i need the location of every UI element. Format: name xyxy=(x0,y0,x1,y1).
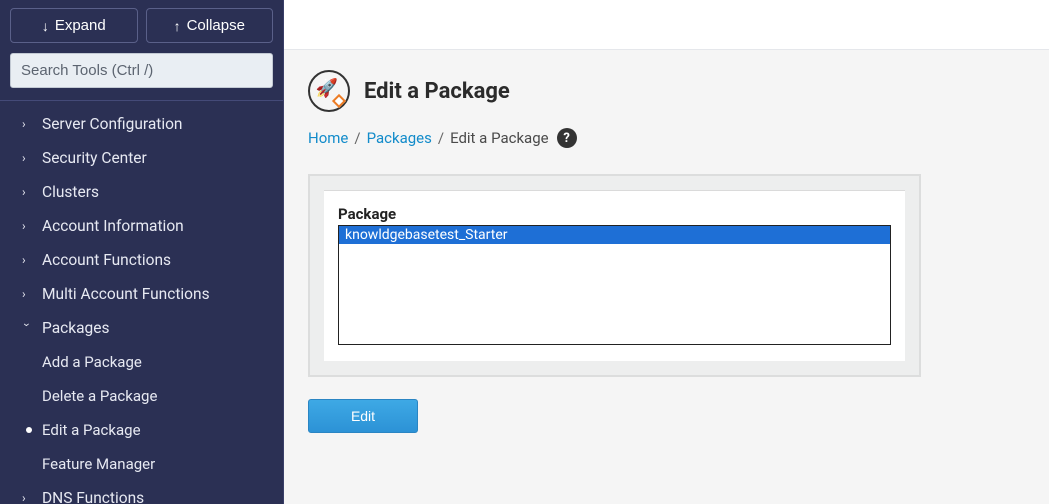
expand-label: Expand xyxy=(55,17,106,34)
sidebar-sub-label: Feature Manager xyxy=(42,455,155,473)
panel-inner: Package knowldgebasetest_Starter xyxy=(324,190,905,361)
breadcrumb-separator: / xyxy=(354,129,360,147)
sidebar-sub-label: Add a Package xyxy=(42,353,142,371)
sidebar-top: ↓ Expand ↑ Collapse xyxy=(0,0,283,100)
collapse-button[interactable]: ↑ Collapse xyxy=(146,8,274,43)
sidebar-sub-add-package[interactable]: Add a Package xyxy=(0,345,283,379)
sidebar-sub-label: Edit a Package xyxy=(42,421,141,439)
sidebar-item-packages[interactable]: › Packages xyxy=(0,311,283,345)
sidebar-item-clusters[interactable]: › Clusters xyxy=(0,175,283,209)
breadcrumb-packages[interactable]: Packages xyxy=(367,129,432,147)
active-dot-icon xyxy=(26,427,32,433)
chevron-right-icon: › xyxy=(22,151,32,165)
search-wrap xyxy=(10,53,273,94)
breadcrumb-separator: / xyxy=(438,129,444,147)
sidebar-item-label: Clusters xyxy=(42,183,99,201)
chevron-down-icon: › xyxy=(20,323,34,333)
package-listbox[interactable]: knowldgebasetest_Starter xyxy=(338,225,891,345)
sidebar-item-multi-account-functions[interactable]: › Multi Account Functions xyxy=(0,277,283,311)
sidebar: ↓ Expand ↑ Collapse › Server Configurati… xyxy=(0,0,284,504)
package-icon: 🚀 xyxy=(308,70,350,112)
sidebar-item-label: Server Configuration xyxy=(42,115,182,133)
collapse-label: Collapse xyxy=(187,17,245,34)
sidebar-item-dns-functions[interactable]: › DNS Functions xyxy=(0,481,283,504)
chevron-right-icon: › xyxy=(22,253,32,267)
arrow-up-icon: ↑ xyxy=(174,18,181,34)
help-icon[interactable]: ? xyxy=(557,128,577,148)
sidebar-item-label: DNS Functions xyxy=(42,489,144,504)
sidebar-item-label: Account Functions xyxy=(42,251,171,269)
sidebar-item-label: Packages xyxy=(42,319,109,337)
package-panel: Package knowldgebasetest_Starter xyxy=(308,174,921,377)
sidebar-sub-delete-package[interactable]: Delete a Package xyxy=(0,379,283,413)
page-title: Edit a Package xyxy=(364,79,510,104)
top-strip xyxy=(284,0,1049,50)
chevron-right-icon: › xyxy=(22,117,32,131)
sidebar-item-account-information[interactable]: › Account Information xyxy=(0,209,283,243)
breadcrumb-current: Edit a Package xyxy=(450,129,549,147)
expand-collapse-row: ↓ Expand ↑ Collapse xyxy=(10,8,273,43)
expand-button[interactable]: ↓ Expand xyxy=(10,8,138,43)
sidebar-item-label: Multi Account Functions xyxy=(42,285,210,303)
sidebar-item-label: Account Information xyxy=(42,217,184,235)
breadcrumb: Home / Packages / Edit a Package ? xyxy=(308,128,1025,148)
edit-button[interactable]: Edit xyxy=(308,399,418,433)
package-field-label: Package xyxy=(338,205,891,223)
rocket-icon: 🚀 xyxy=(316,80,338,98)
chevron-right-icon: › xyxy=(22,287,32,301)
sidebar-sub-edit-package[interactable]: Edit a Package xyxy=(0,413,283,447)
chevron-right-icon: › xyxy=(22,491,32,504)
main: 🚀 Edit a Package Home / Packages / Edit … xyxy=(284,0,1049,504)
chevron-right-icon: › xyxy=(22,185,32,199)
sidebar-item-security-center[interactable]: › Security Center xyxy=(0,141,283,175)
chevron-right-icon: › xyxy=(22,219,32,233)
sidebar-sub-label: Delete a Package xyxy=(42,387,157,405)
sidebar-item-server-configuration[interactable]: › Server Configuration xyxy=(0,107,283,141)
search-input[interactable] xyxy=(10,53,273,88)
sidebar-nav: › Server Configuration › Security Center… xyxy=(0,100,283,504)
sidebar-sub-feature-manager[interactable]: Feature Manager xyxy=(0,447,283,481)
sidebar-item-label: Security Center xyxy=(42,149,147,167)
breadcrumb-home[interactable]: Home xyxy=(308,129,348,147)
arrow-down-icon: ↓ xyxy=(42,18,49,34)
page-header: 🚀 Edit a Package xyxy=(308,70,1025,112)
sidebar-item-account-functions[interactable]: › Account Functions xyxy=(0,243,283,277)
package-option[interactable]: knowldgebasetest_Starter xyxy=(339,226,890,244)
content: 🚀 Edit a Package Home / Packages / Edit … xyxy=(284,50,1049,504)
